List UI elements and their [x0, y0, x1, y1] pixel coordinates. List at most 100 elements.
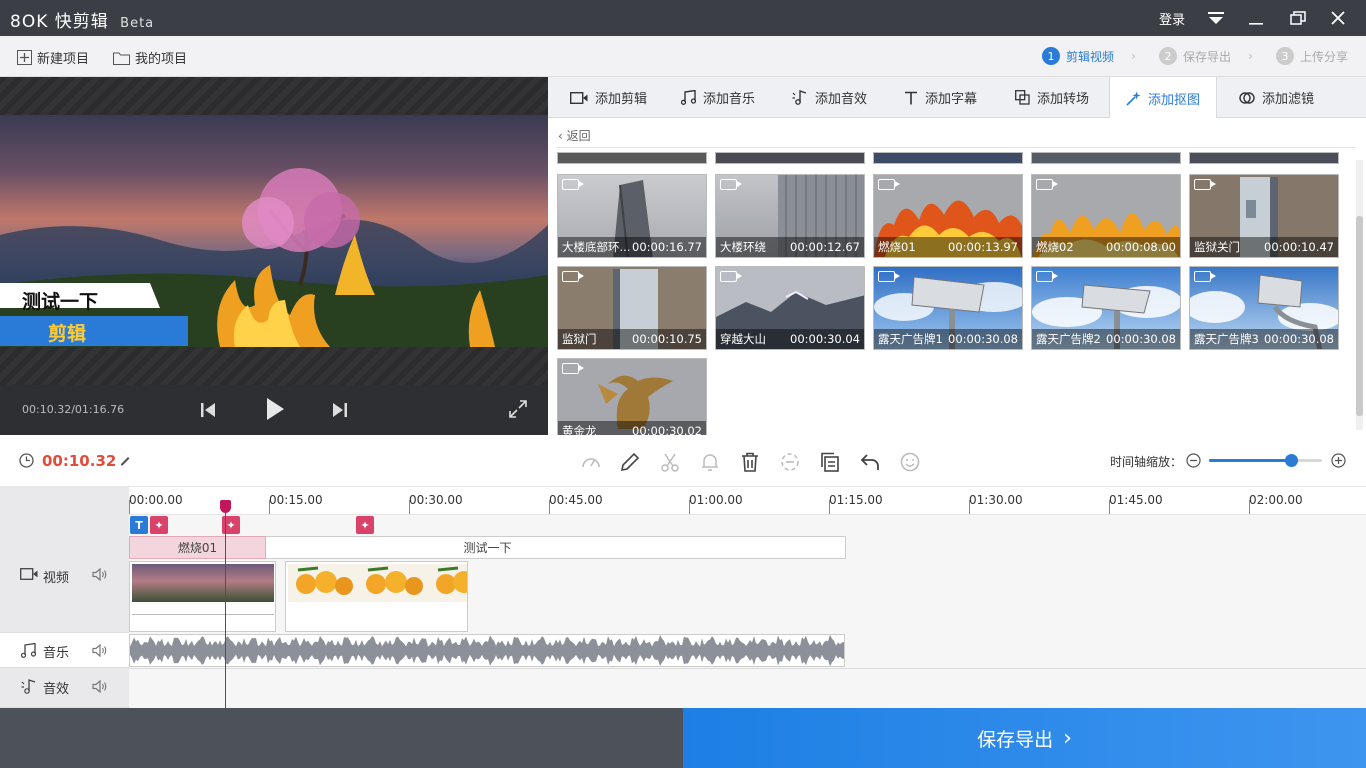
step-share[interactable]: 3 上传分享 [1276, 47, 1348, 65]
back-link[interactable]: ‹ 返回 [558, 127, 591, 144]
ruler-tick [409, 500, 410, 514]
library-thumb-partial[interactable] [715, 152, 865, 164]
tab-add-transition[interactable]: 添加转场 [999, 77, 1105, 118]
video-camera-icon [20, 568, 38, 580]
scrollbar-thumb[interactable] [1356, 216, 1363, 416]
video-camera-icon [562, 363, 584, 374]
tab-label: 添加转场 [1037, 92, 1090, 107]
music-track-label: 音乐 [43, 646, 70, 661]
matte-clip[interactable]: 燃烧01 [129, 536, 266, 559]
play-icon[interactable] [265, 397, 285, 421]
library-item[interactable]: 大楼环绕 00:00:12.67 [715, 174, 865, 258]
library-item[interactable]: 穿越大山 00:00:30.04 [715, 266, 865, 350]
step-label: 保存导出 [1183, 49, 1232, 64]
step-number: 1 [1042, 47, 1060, 65]
tab-add-sfx[interactable]: 添加音效 [776, 77, 883, 118]
sfx-track-header: 音效 [0, 668, 129, 708]
video-clip[interactable] [285, 561, 468, 632]
item-duration: 00:00:30.02 [632, 424, 702, 435]
matte-marker-icon[interactable]: ✦ [150, 516, 168, 534]
zoom-out-icon[interactable] [1186, 453, 1201, 468]
timeline-ruler[interactable]: 00:00.00 00:15.00 00:30.00 00:45.00 01:0… [129, 487, 1366, 515]
library-item[interactable]: 大楼底部环... 00:00:16.77 [557, 174, 707, 258]
login-link[interactable]: 登录 [1159, 9, 1185, 28]
sticker-icon[interactable] [899, 451, 921, 473]
volume-icon[interactable] [92, 568, 107, 581]
step-export[interactable]: 2 保存导出 [1159, 47, 1231, 65]
step-edit[interactable]: 1 剪辑视频 [1042, 47, 1114, 65]
tab-label: 添加抠图 [1148, 92, 1201, 108]
library-item[interactable]: 黄金龙 00:00:30.02 [557, 358, 707, 435]
app-logo: 8OK 快剪辑 Beta [10, 7, 154, 32]
video-camera-icon [1194, 179, 1216, 190]
library-item[interactable]: 监狱门 00:00:10.75 [557, 266, 707, 350]
menu-icon [1208, 12, 1224, 24]
item-name: 穿越大山 [720, 332, 766, 346]
copy-icon[interactable] [819, 451, 841, 473]
item-duration: 00:00:10.75 [632, 332, 702, 346]
playhead-handle[interactable] [220, 500, 231, 513]
menu-button[interactable] [1196, 0, 1236, 36]
tab-add-clip[interactable]: 添加剪辑 [554, 77, 663, 118]
library-thumb-partial[interactable] [1031, 152, 1181, 164]
app-name: 快剪辑 [54, 12, 109, 32]
minimize-button[interactable] [1236, 0, 1276, 36]
preview-panel: 测试一下 剪辑 00:10.32/01:16.76 [0, 77, 548, 435]
zoom-label: 时间轴缩放： [1110, 455, 1183, 469]
zoom-slider[interactable] [1209, 454, 1322, 467]
delete-icon[interactable] [739, 451, 761, 473]
item-duration: 00:00:30.08 [1106, 332, 1176, 346]
close-button[interactable] [1318, 0, 1358, 36]
pencil-icon[interactable] [619, 451, 641, 473]
video-camera-icon [878, 179, 900, 190]
my-projects-button[interactable]: 我的项目 [113, 48, 187, 67]
video-clip[interactable] [129, 561, 276, 632]
minimize-icon [1249, 23, 1263, 25]
sound-effect-icon [792, 90, 807, 105]
library-scrollbar[interactable] [1356, 160, 1363, 430]
next-frame-icon[interactable] [332, 401, 348, 419]
library-item[interactable]: 燃烧02 00:00:08.00 [1031, 174, 1181, 258]
library-item[interactable]: 监狱关门 00:00:10.47 [1189, 174, 1339, 258]
maximize-button[interactable] [1278, 0, 1318, 36]
save-export-button[interactable]: 保存导出 › [683, 708, 1366, 768]
item-duration: 00:00:30.08 [948, 332, 1018, 346]
speed-icon[interactable] [580, 451, 602, 473]
matte-marker-icon[interactable]: ✦ [356, 516, 374, 534]
undo-icon[interactable] [859, 451, 881, 473]
volume-icon[interactable] [92, 680, 107, 693]
new-project-label: 新建项目 [37, 52, 90, 67]
matte-clip-label: 燃烧01 [177, 541, 218, 555]
library-thumb-partial[interactable] [1189, 152, 1339, 164]
zoom-slider-knob[interactable] [1285, 454, 1299, 467]
library-item[interactable]: 露天广告牌3 00:00:30.08 [1189, 266, 1339, 350]
tab-add-subtitle[interactable]: 添加字幕 [888, 77, 993, 118]
previous-frame-icon[interactable] [200, 401, 216, 419]
magic-wand-icon [1126, 91, 1141, 106]
new-project-button[interactable]: 新建项目 [17, 48, 89, 67]
library-item[interactable]: 露天广告牌1 00:00:30.08 [873, 266, 1023, 350]
tab-add-filter[interactable]: 添加滤镜 [1223, 77, 1330, 118]
tab-add-music[interactable]: 添加音乐 [665, 77, 771, 118]
video-camera-icon [720, 271, 742, 282]
scissors-icon[interactable] [659, 451, 681, 473]
text-marker-icon[interactable]: T [130, 516, 148, 534]
bell-icon[interactable] [699, 451, 721, 473]
step-number: 2 [1159, 47, 1177, 65]
tab-label: 添加剪辑 [595, 92, 648, 107]
library-item[interactable]: 露天广告牌2 00:00:30.08 [1031, 266, 1181, 350]
music-clip[interactable] [129, 634, 845, 667]
tab-add-matte[interactable]: 添加抠图 [1109, 77, 1218, 119]
track-headers: 视频 音乐 音效 [0, 515, 129, 708]
detach-icon[interactable] [779, 451, 801, 473]
video-camera-icon [562, 179, 584, 190]
library-thumb-partial[interactable] [557, 152, 707, 164]
volume-icon[interactable] [92, 644, 107, 657]
library-thumb-partial[interactable] [873, 152, 1023, 164]
library-item[interactable]: 燃烧01 00:00:13.97 [873, 174, 1023, 258]
edit-time-icon[interactable] [119, 454, 131, 466]
add-square-icon [17, 50, 32, 65]
video-frame[interactable]: 测试一下 剪辑 [0, 115, 548, 347]
zoom-in-icon[interactable] [1331, 453, 1346, 468]
fullscreen-icon[interactable] [509, 400, 527, 418]
